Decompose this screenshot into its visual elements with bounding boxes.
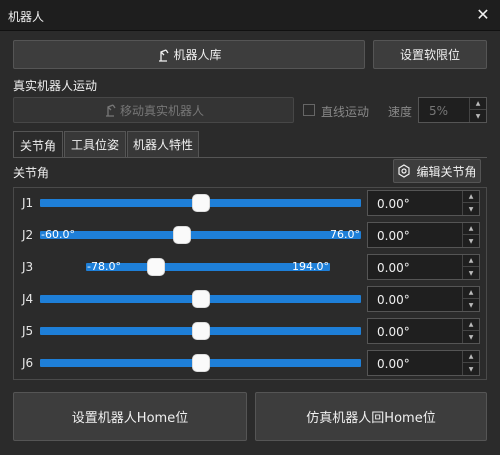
joint-spin-arrows: ▲ ▼ — [462, 223, 479, 247]
joint-spin-arrows: ▲ ▼ — [462, 287, 479, 311]
sim-robot-home-label: 仿真机器人回Home位 — [306, 411, 436, 426]
chevron-down-icon[interactable]: ▼ — [470, 110, 486, 122]
move-real-robot-button[interactable]: 移动真实机器人 — [13, 97, 294, 123]
edit-gear-icon — [398, 164, 411, 178]
chevron-up-icon[interactable]: ▲ — [463, 191, 479, 203]
robot-arm-icon — [159, 48, 170, 62]
joint-label-j1: J1 — [22, 196, 34, 210]
tab-joint-angles-label: 关节角 — [19, 138, 56, 153]
chevron-up-icon[interactable]: ▲ — [463, 255, 479, 267]
chevron-down-icon[interactable]: ▼ — [463, 203, 479, 215]
joint-slider-handle[interactable] — [191, 322, 210, 340]
joint-label-j5: J5 — [22, 324, 34, 338]
chevron-down-icon[interactable]: ▼ — [463, 235, 479, 247]
joint-value: 0.00° — [377, 293, 410, 307]
chevron-up-icon[interactable]: ▲ — [470, 98, 486, 110]
joint-value-spinbox-j1[interactable]: 0.00° ▲ ▼ — [367, 190, 480, 216]
joint-value-spinbox-j4[interactable]: 0.00° ▲ ▼ — [367, 286, 480, 312]
joint-value: 0.00° — [377, 197, 410, 211]
speed-value: 5% — [429, 104, 449, 118]
tab-robot-properties[interactable]: 机器人特性 — [127, 131, 199, 157]
speed-spinbox[interactable]: 5% ▲ ▼ — [418, 97, 487, 123]
tab-joint-angles[interactable]: 关节角 — [13, 131, 63, 158]
joint-max-limit: 76.0° — [330, 228, 360, 241]
tab-tool-pose[interactable]: 工具位姿 — [64, 131, 126, 157]
joint-slider-j2[interactable]: -60.0° 76.0° — [40, 228, 361, 241]
set-soft-limit-label: 设置软限位 — [399, 48, 460, 62]
joint-max-limit: 194.0° — [292, 260, 329, 273]
close-icon[interactable]: ✕ — [474, 5, 492, 25]
joint-slider-handle[interactable] — [191, 290, 210, 308]
joint-slider-handle[interactable] — [191, 194, 210, 212]
joint-value-spinbox-j2[interactable]: 0.00° ▲ ▼ — [367, 222, 480, 248]
chevron-up-icon[interactable]: ▲ — [463, 319, 479, 331]
joint-slider-handle[interactable] — [147, 258, 166, 276]
speed-label: 速度 — [388, 105, 413, 119]
speed-spin-arrows: ▲ ▼ — [469, 98, 486, 122]
tab-robot-properties-label: 机器人特性 — [132, 138, 193, 152]
chevron-down-icon[interactable]: ▼ — [463, 331, 479, 343]
set-robot-home-button[interactable]: 设置机器人Home位 — [13, 392, 247, 441]
chevron-up-icon[interactable]: ▲ — [463, 223, 479, 235]
set-soft-limit-button[interactable]: 设置软限位 — [373, 40, 487, 69]
joint-spin-arrows: ▲ ▼ — [462, 351, 479, 375]
joint-slider-handle[interactable] — [172, 226, 191, 244]
edit-joint-angles-label: 编辑关节角 — [416, 164, 477, 179]
joint-label-j3: J3 — [22, 260, 34, 274]
joint-value: 0.00° — [377, 229, 410, 243]
joint-value-spinbox-j6[interactable]: 0.00° ▲ ▼ — [367, 350, 480, 376]
joint-label-j6: J6 — [22, 356, 34, 370]
set-robot-home-label: 设置机器人Home位 — [71, 411, 189, 426]
linear-motion-checkbox[interactable] — [303, 104, 315, 116]
robot-arm-icon — [105, 104, 116, 117]
joint-value: 0.00° — [377, 325, 410, 339]
joint-value-spinbox-j5[interactable]: 0.00° ▲ ▼ — [367, 318, 480, 344]
joint-spin-arrows: ▲ ▼ — [462, 255, 479, 279]
joint-min-limit: -78.0° — [87, 260, 121, 273]
joint-spin-arrows: ▲ ▼ — [462, 319, 479, 343]
chevron-up-icon[interactable]: ▲ — [463, 287, 479, 299]
window-title: 机器人 — [8, 10, 45, 24]
joint-value: 0.00° — [377, 261, 410, 275]
linear-motion-label: 直线运动 — [321, 105, 370, 119]
move-real-robot-label: 移动真实机器人 — [119, 103, 204, 118]
joint-label-j2: J2 — [22, 228, 34, 242]
tab-divider — [13, 157, 487, 158]
chevron-up-icon[interactable]: ▲ — [463, 351, 479, 363]
edit-joint-angles-button[interactable]: 编辑关节角 — [393, 159, 481, 183]
chevron-down-icon[interactable]: ▼ — [463, 267, 479, 279]
joint-min-limit: -60.0° — [41, 228, 75, 241]
joint-angles-section-label: 关节角 — [13, 166, 50, 180]
chevron-down-icon[interactable]: ▼ — [463, 299, 479, 311]
robot-library-label: 机器人库 — [173, 48, 222, 62]
tab-tool-pose-label: 工具位姿 — [70, 138, 119, 152]
window-titlebar: 机器人 ✕ — [0, 0, 500, 31]
joint-label-j4: J4 — [22, 292, 34, 306]
joint-slider-j3[interactable]: -78.0° 194.0° — [86, 260, 330, 273]
joint-value: 0.00° — [377, 357, 410, 371]
robot-library-button[interactable]: 机器人库 — [13, 40, 365, 69]
joint-slider-handle[interactable] — [191, 354, 210, 372]
sim-robot-home-button[interactable]: 仿真机器人回Home位 — [255, 392, 487, 441]
joint-value-spinbox-j3[interactable]: 0.00° ▲ ▼ — [367, 254, 480, 280]
joint-spin-arrows: ▲ ▼ — [462, 191, 479, 215]
chevron-down-icon[interactable]: ▼ — [463, 363, 479, 375]
real-robot-section-label: 真实机器人运动 — [13, 79, 98, 93]
